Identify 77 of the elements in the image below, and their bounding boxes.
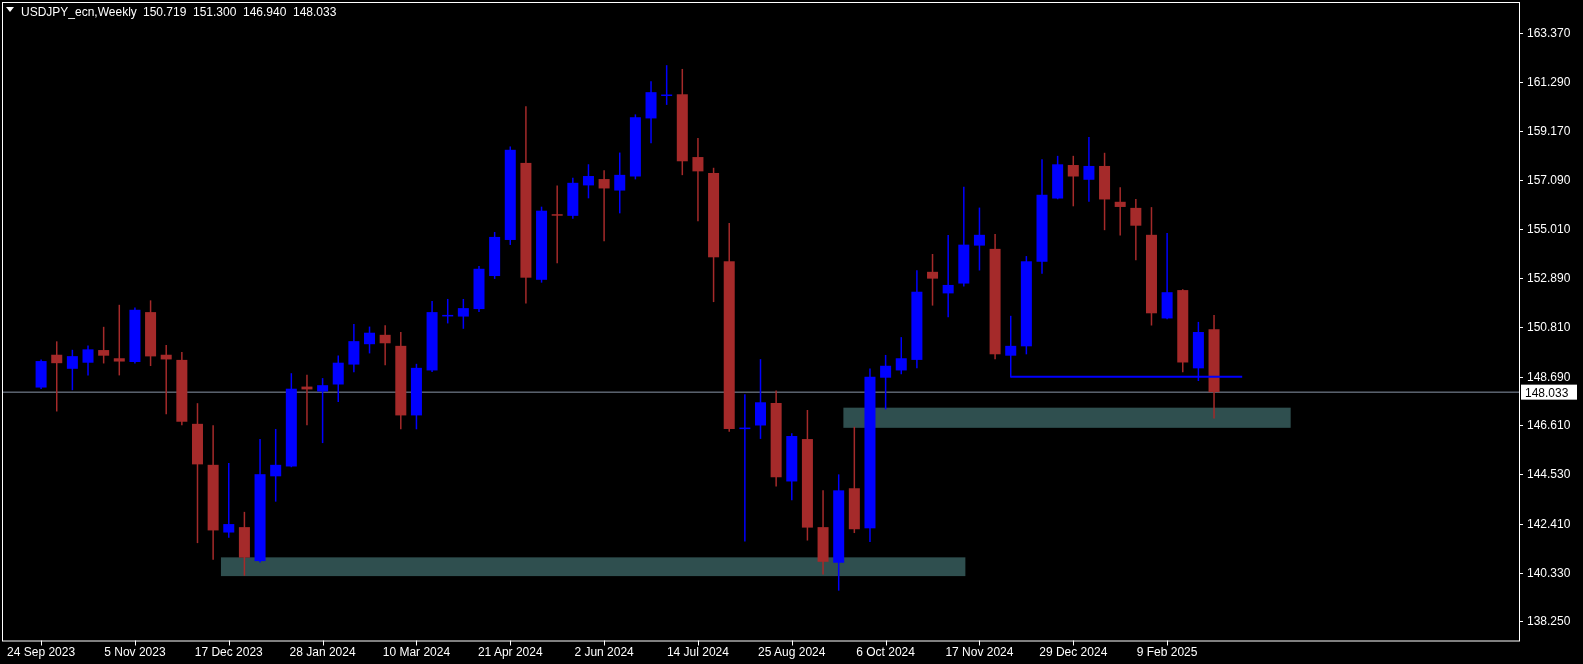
- candle: [582, 164, 594, 199]
- ohlc-value: 146.940: [243, 5, 287, 19]
- candle: [364, 326, 375, 354]
- axis-label: 159.170: [1527, 124, 1571, 139]
- candle: [629, 114, 641, 180]
- candle: [35, 359, 47, 389]
- candle: [348, 324, 360, 373]
- candle: [442, 298, 454, 324]
- axis-label: 17 Dec 2023: [194, 644, 263, 659]
- candle: [332, 355, 344, 403]
- candle: [145, 300, 157, 367]
- candle: [66, 349, 78, 391]
- candle: [457, 298, 469, 329]
- ohlc-value: 151.300: [193, 5, 237, 19]
- candle: [567, 177, 579, 219]
- level-line[interactable]: [1009, 375, 1244, 378]
- candle: [238, 511, 250, 576]
- candle: [98, 326, 110, 364]
- candle: [598, 170, 610, 242]
- candle: [489, 231, 501, 279]
- axis-label: 144.530: [1527, 467, 1571, 482]
- axis-label: 140.330: [1527, 565, 1571, 580]
- ref-line-label: 148.033: [1525, 385, 1569, 400]
- axis-label: 25 Aug 2024: [758, 644, 826, 659]
- axis-label: 17 Nov 2024: [945, 644, 1014, 659]
- candle: [301, 374, 313, 426]
- candle: [1083, 137, 1095, 202]
- axis-label: 6 Oct 2024: [856, 644, 915, 659]
- axis-label: 138.250: [1527, 614, 1571, 629]
- zone-rectangle[interactable]: [220, 557, 966, 577]
- axis-label: 2 Jun 2024: [574, 644, 634, 659]
- candle: [51, 341, 63, 412]
- axis-label: 155.010: [1527, 221, 1571, 236]
- axis-label: 157.090: [1527, 173, 1571, 187]
- candle: [645, 81, 657, 144]
- axis-label: 9 Feb 2025: [1136, 644, 1198, 659]
- candle: [82, 345, 94, 376]
- candle: [927, 254, 939, 306]
- candle: [1052, 155, 1064, 200]
- candle: [661, 65, 673, 105]
- candle: [1005, 315, 1017, 378]
- candle: [426, 301, 438, 373]
- axis-label: 146.610: [1527, 418, 1571, 433]
- axis-label: 28 Jan 2024: [289, 644, 356, 659]
- axis-label: 14 Jul 2024: [666, 644, 729, 659]
- chart-symbol: USDJPY_ecn,Weekly: [21, 5, 137, 19]
- candle: [614, 152, 626, 214]
- axis-label: 10 Mar 2024: [382, 644, 451, 659]
- ohlc-value: 148.033: [293, 5, 337, 19]
- axis-label: 21 Apr 2024: [477, 644, 543, 659]
- axis-label: 24 Sep 2023: [7, 644, 76, 659]
- axis-label: 161.290: [1527, 74, 1571, 89]
- candle: [1114, 187, 1126, 236]
- ohlc-value: 150.719: [143, 5, 187, 19]
- axis-label: 142.410: [1527, 516, 1571, 531]
- candle: [895, 337, 907, 375]
- candle: [473, 265, 485, 312]
- candle: [1192, 321, 1204, 381]
- axis-label: 148.690: [1527, 369, 1571, 384]
- candle: [410, 363, 422, 430]
- candle: [379, 325, 391, 366]
- dropdown-triangle-icon[interactable]: [6, 7, 14, 12]
- candle: [113, 304, 125, 376]
- axis-label: 163.370: [1527, 25, 1571, 40]
- candle: [317, 378, 329, 444]
- axis-label: 152.890: [1527, 271, 1571, 286]
- candle: [1067, 155, 1079, 207]
- axis-label: 5 Nov 2023: [104, 644, 166, 659]
- axis-label: 29 Dec 2024: [1039, 644, 1108, 659]
- candle: [160, 345, 172, 415]
- axis-label: 150.810: [1527, 320, 1571, 335]
- candle: [880, 354, 892, 410]
- candle: [129, 307, 141, 364]
- candle: [786, 433, 798, 501]
- candle: [1130, 198, 1142, 261]
- candle: [973, 207, 985, 271]
- price-label: 148.033: [1521, 384, 1577, 400]
